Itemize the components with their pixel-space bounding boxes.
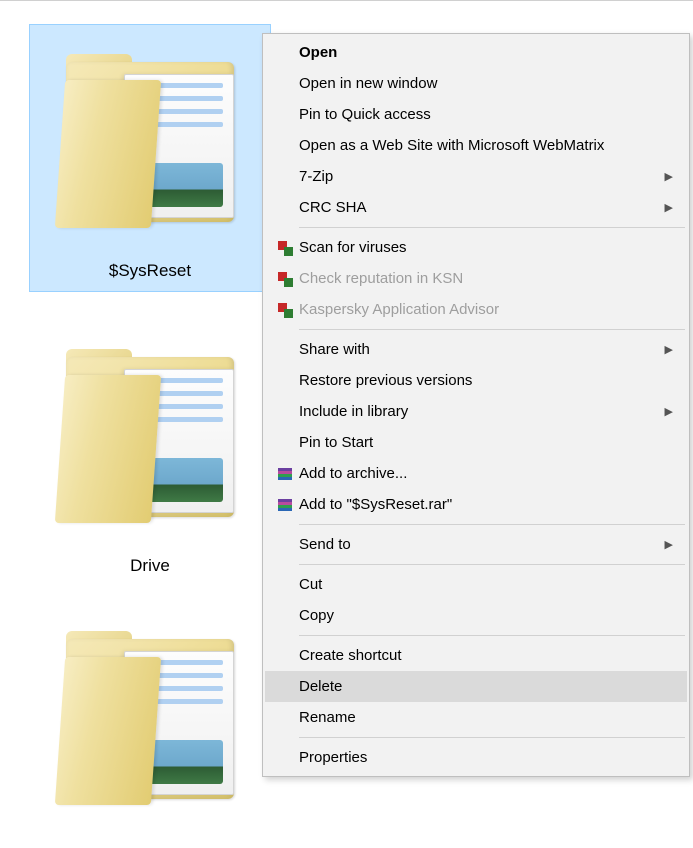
menu-label: 7-Zip xyxy=(299,168,333,185)
kaspersky-icon xyxy=(271,303,299,317)
kaspersky-icon xyxy=(271,272,299,286)
folder-item-drive[interactable]: Drive xyxy=(30,320,270,586)
menu-label: Open in new window xyxy=(299,75,437,92)
menu-check-ksn: Check reputation in KSN xyxy=(265,263,687,294)
menu-label: Create shortcut xyxy=(299,647,402,664)
menu-separator xyxy=(299,737,685,738)
menu-pin-start[interactable]: Pin to Start xyxy=(265,427,687,458)
menu-label: Properties xyxy=(299,749,367,766)
menu-properties[interactable]: Properties xyxy=(265,742,687,773)
menu-7zip[interactable]: 7-Zip ▶ xyxy=(265,161,687,192)
folder-icon xyxy=(30,320,270,552)
menu-label: Delete xyxy=(299,678,342,695)
menu-add-archive[interactable]: Add to archive... xyxy=(265,458,687,489)
menu-label: Kaspersky Application Advisor xyxy=(299,301,499,318)
menu-label: Share with xyxy=(299,341,370,358)
kaspersky-icon xyxy=(271,241,299,255)
folder-label xyxy=(30,834,270,848)
menu-share-with[interactable]: Share with ▶ xyxy=(265,334,687,365)
menu-label: Pin to Quick access xyxy=(299,106,431,123)
menu-separator xyxy=(299,227,685,228)
menu-open[interactable]: Open xyxy=(265,37,687,68)
menu-separator xyxy=(299,635,685,636)
menu-send-to[interactable]: Send to ▶ xyxy=(265,529,687,560)
menu-label: Rename xyxy=(299,709,356,726)
folder-item-3[interactable] xyxy=(30,602,270,848)
menu-add-rar[interactable]: Add to "$SysReset.rar" xyxy=(265,489,687,520)
menu-open-webmatrix[interactable]: Open as a Web Site with Microsoft WebMat… xyxy=(265,130,687,161)
menu-cut[interactable]: Cut xyxy=(265,569,687,600)
menu-label: Scan for viruses xyxy=(299,239,407,256)
submenu-arrow-icon: ▶ xyxy=(665,343,673,356)
menu-open-new-window[interactable]: Open in new window xyxy=(265,68,687,99)
menu-delete[interactable]: Delete xyxy=(265,671,687,702)
submenu-arrow-icon: ▶ xyxy=(665,201,673,214)
menu-kaspersky-advisor: Kaspersky Application Advisor xyxy=(265,294,687,325)
menu-label: Include in library xyxy=(299,403,408,420)
submenu-arrow-icon: ▶ xyxy=(665,538,673,551)
menu-create-shortcut[interactable]: Create shortcut xyxy=(265,640,687,671)
menu-copy[interactable]: Copy xyxy=(265,600,687,631)
window-top-border xyxy=(0,0,693,1)
context-menu: Open Open in new window Pin to Quick acc… xyxy=(262,33,690,777)
menu-include-library[interactable]: Include in library ▶ xyxy=(265,396,687,427)
winrar-icon xyxy=(271,497,299,513)
menu-crc-sha[interactable]: CRC SHA ▶ xyxy=(265,192,687,223)
menu-label: Copy xyxy=(299,607,334,624)
menu-label: Pin to Start xyxy=(299,434,373,451)
menu-separator xyxy=(299,329,685,330)
menu-label: Add to "$SysReset.rar" xyxy=(299,496,452,513)
folder-icon xyxy=(30,25,270,257)
folder-item-sysreset[interactable]: $SysReset xyxy=(30,25,270,291)
menu-label: Open xyxy=(299,44,337,61)
menu-label: Check reputation in KSN xyxy=(299,270,463,287)
menu-pin-quick-access[interactable]: Pin to Quick access xyxy=(265,99,687,130)
folder-label: Drive xyxy=(30,552,270,586)
submenu-arrow-icon: ▶ xyxy=(665,170,673,183)
menu-rename[interactable]: Rename xyxy=(265,702,687,733)
menu-separator xyxy=(299,524,685,525)
menu-scan-viruses[interactable]: Scan for viruses xyxy=(265,232,687,263)
menu-label: Add to archive... xyxy=(299,465,407,482)
menu-label: CRC SHA xyxy=(299,199,367,216)
menu-label: Cut xyxy=(299,576,322,593)
folder-label: $SysReset xyxy=(30,257,270,291)
menu-label: Open as a Web Site with Microsoft WebMat… xyxy=(299,137,604,154)
submenu-arrow-icon: ▶ xyxy=(665,405,673,418)
menu-separator xyxy=(299,564,685,565)
folder-icon xyxy=(30,602,270,834)
menu-label: Send to xyxy=(299,536,351,553)
winrar-icon xyxy=(271,466,299,482)
menu-label: Restore previous versions xyxy=(299,372,472,389)
menu-restore-versions[interactable]: Restore previous versions xyxy=(265,365,687,396)
